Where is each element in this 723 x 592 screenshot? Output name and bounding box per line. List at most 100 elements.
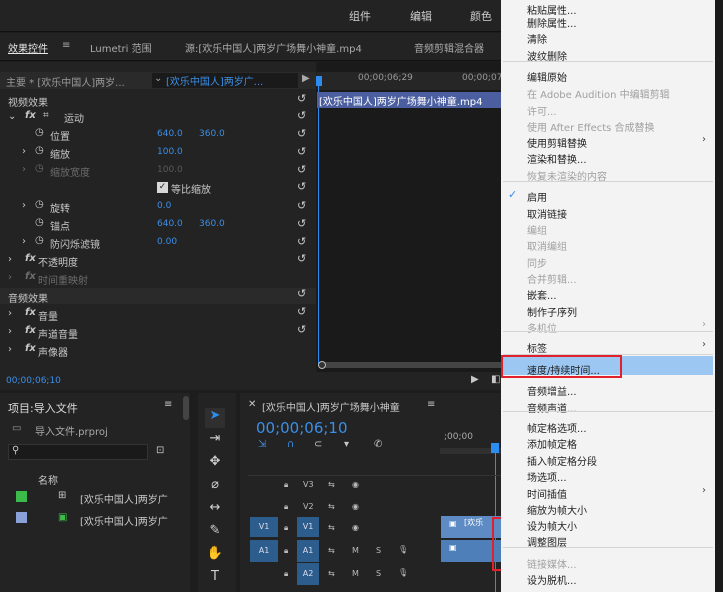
solo-button[interactable]: S [376,569,381,578]
menu-item[interactable]: 编辑原始 [527,69,567,84]
sync-lock-icon[interactable]: ⇆ [328,480,335,489]
sync-lock-icon[interactable]: ⇆ [328,569,335,578]
timeline-timecode[interactable]: 00;00;06;10 [256,419,348,437]
menu-item[interactable]: 插入帧定格分段 [527,453,597,468]
menu-item[interactable]: 帧定格选项... [527,420,587,435]
menu-item[interactable]: 音频声道... [527,400,577,415]
menu-item[interactable]: 标签 [527,340,547,355]
vertical-scrollbar[interactable] [183,396,189,420]
menu-item[interactable]: 清除 [527,31,547,46]
reset-icon[interactable]: ↺ [297,109,306,122]
menu-item[interactable]: 制作子序列 [527,304,577,319]
lock-icon[interactable]: 🔒︎ [284,546,288,556]
chevron-right-icon[interactable]: › [8,326,12,337]
track-name[interactable]: V1 [297,517,319,537]
reset-icon[interactable]: ↺ [297,305,306,318]
menu-item[interactable]: 缩放为帧大小 [527,502,587,517]
fx-icon[interactable]: fx [25,325,36,336]
chevron-right-icon[interactable]: › [8,308,12,319]
chevron-right-icon[interactable]: › [8,344,12,355]
source-patch-a1[interactable]: A1 [250,540,278,562]
track-name[interactable]: A1 [297,540,319,562]
stopwatch-icon[interactable]: ◷ [35,127,44,138]
menu-item[interactable]: 速度/持续时间... [527,362,600,377]
eye-icon[interactable]: ◉ [352,502,359,511]
menu-item[interactable]: 场选项... [527,469,567,484]
clip-select-dropdown[interactable]: [欢乐中国人]两岁广... [152,73,298,88]
slip-tool-icon[interactable]: ↔ [205,500,225,520]
lock-icon[interactable]: 🔒︎ [284,569,288,579]
linked-selection-icon[interactable]: ⊂ [314,439,322,450]
workspace-tab-color[interactable]: 颜色 [470,8,492,24]
project-item[interactable]: [欢乐中国人]两岁广 [80,491,168,506]
sequence-tab[interactable]: [欢乐中国人]两岁广场舞小神童 [262,399,400,414]
position-y-value[interactable]: 360.0 [199,129,225,139]
pen-tool-icon[interactable]: ✎ [205,523,225,543]
wrench-icon[interactable]: ✆ [374,439,382,450]
fx-icon[interactable]: fx [25,253,36,264]
panel-menu-icon[interactable]: ≡ [427,399,435,410]
selection-tool-icon[interactable]: ➤ [205,408,225,428]
tab-audio-clip-mixer[interactable]: 音频剪辑混合器 [414,40,484,55]
effect-clip-bar[interactable]: [欢乐中国人]两岁广场舞小神童.mp4 [317,92,508,108]
mute-button[interactable]: M [352,546,359,555]
menu-item[interactable]: 嵌套... [527,287,557,302]
stopwatch-icon[interactable]: ◷ [35,145,44,156]
project-panel-title[interactable]: 项目:导入文件 [8,400,78,416]
label-color-swatch[interactable] [16,491,27,502]
menu-item[interactable]: 渲染和替换... [527,151,587,166]
transform-icon[interactable]: ⌗ [43,110,49,121]
horizontal-scrollbar[interactable] [318,362,508,368]
snap-icon[interactable]: ∩ [287,439,294,450]
stopwatch-icon[interactable]: ◷ [35,217,44,228]
chevron-right-icon[interactable]: › [22,200,26,211]
playhead[interactable] [491,443,499,453]
reset-icon[interactable]: ↺ [297,92,306,105]
export-frame-icon[interactable]: ◧ [491,374,500,385]
fx-icon[interactable]: fx [25,343,36,354]
reset-icon[interactable]: ↺ [297,180,306,193]
play-icon[interactable]: ▶ [471,374,479,385]
lock-icon[interactable]: 🔒︎ [284,502,288,512]
sync-lock-icon[interactable]: ⇆ [328,546,335,555]
panel-menu-icon[interactable]: ≡ [62,40,70,51]
new-bin-icon[interactable]: ⊡ [156,445,164,456]
eye-icon[interactable]: ◉ [352,480,359,489]
sync-lock-icon[interactable]: ⇆ [328,523,335,532]
tab-lumetri-scopes[interactable]: Lumetri 范围 [90,40,152,55]
chevron-right-icon[interactable]: › [22,146,26,157]
play-only-audio-icon[interactable]: ▶ [302,73,310,84]
menu-item[interactable]: 时间插值 [527,486,567,501]
reset-icon[interactable]: ↺ [297,163,306,176]
reset-icon[interactable]: ↺ [297,323,306,336]
stopwatch-icon[interactable]: ◷ [35,199,44,210]
lock-icon[interactable]: 🔒︎ [284,523,288,533]
anchor-y-value[interactable]: 360.0 [199,219,225,229]
name-column-header[interactable]: 名称 [38,472,58,487]
tab-source[interactable]: 源:[欢乐中国人]两岁广场舞小神童.mp4 [185,40,362,55]
reset-icon[interactable]: ↺ [297,127,306,140]
reset-icon[interactable]: ↺ [297,217,306,230]
add-marker-icon[interactable]: ▾ [344,439,349,450]
menu-item[interactable]: 使用剪辑替换 [527,135,587,150]
scroll-handle[interactable] [318,361,326,369]
menu-item[interactable]: 删除属性... [527,15,577,30]
razor-tool-icon[interactable]: ⌀ [205,477,225,497]
menu-item[interactable]: 启用 [527,189,547,204]
eye-icon[interactable]: ◉ [352,523,359,532]
stopwatch-icon[interactable]: ◷ [35,235,44,246]
menu-item[interactable]: 取消链接 [527,206,567,221]
fx-icon[interactable]: fx [25,307,36,318]
chevron-right-icon[interactable]: › [22,236,26,247]
scale-value[interactable]: 100.0 [157,147,183,157]
nest-icon[interactable]: ⇲ [258,439,266,450]
menu-item[interactable]: 设为帧大小 [527,518,577,533]
type-tool-icon[interactable]: T [205,569,225,589]
workspace-tab-assembly[interactable]: 组件 [349,8,371,24]
mute-button[interactable]: M [352,569,359,578]
flicker-value[interactable]: 0.00 [157,237,177,247]
microphone-icon[interactable]: 🎙︎ [398,545,408,554]
ripple-edit-tool-icon[interactable]: ✥ [205,454,225,474]
sync-lock-icon[interactable]: ⇆ [328,502,335,511]
reset-icon[interactable]: ↺ [297,252,306,265]
